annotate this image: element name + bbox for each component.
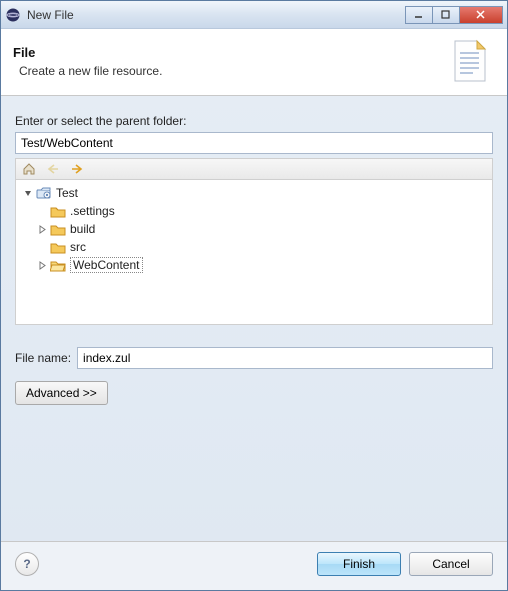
finish-button[interactable]: Finish — [317, 552, 401, 576]
help-button[interactable]: ? — [15, 552, 39, 576]
folder-open-icon — [50, 257, 66, 273]
tree-label: .settings — [70, 204, 115, 218]
collapse-icon[interactable] — [22, 187, 34, 199]
tree-label: Test — [56, 186, 78, 200]
advanced-button[interactable]: Advanced >> — [15, 381, 108, 405]
tree-label: build — [70, 222, 95, 236]
tree-node-webcontent[interactable]: WebContent — [18, 256, 490, 274]
tree-label: WebContent — [70, 257, 143, 273]
folder-tree[interactable]: Test ▸ .settings build ▸ — [15, 180, 493, 325]
window-title: New File — [27, 8, 406, 22]
help-icon: ? — [23, 557, 30, 571]
dialog-window: New File File Create a new file resource… — [0, 0, 508, 591]
minimize-button[interactable] — [405, 6, 433, 24]
tree-node-src[interactable]: ▸ src — [18, 238, 490, 256]
parent-folder-label: Enter or select the parent folder: — [15, 114, 493, 128]
tree-node-settings[interactable]: ▸ .settings — [18, 202, 490, 220]
content-area: Enter or select the parent folder: — [1, 96, 507, 541]
file-name-input[interactable] — [77, 347, 493, 369]
tree-node-build[interactable]: build — [18, 220, 490, 238]
folder-icon — [50, 239, 66, 255]
window-buttons — [406, 6, 503, 24]
expand-icon[interactable] — [36, 259, 48, 271]
cancel-button[interactable]: Cancel — [409, 552, 493, 576]
maximize-button[interactable] — [432, 6, 460, 24]
new-file-icon — [447, 37, 495, 85]
forward-arrow-icon[interactable] — [68, 160, 86, 178]
titlebar[interactable]: New File — [1, 1, 507, 29]
banner-subtitle: Create a new file resource. — [19, 64, 447, 78]
close-button[interactable] — [459, 6, 503, 24]
project-icon — [36, 185, 52, 201]
eclipse-icon — [5, 7, 21, 23]
parent-folder-input[interactable] — [15, 132, 493, 154]
tree-label: src — [70, 240, 86, 254]
file-name-label: File name: — [15, 351, 71, 365]
banner-title: File — [13, 45, 447, 60]
banner: File Create a new file resource. — [1, 29, 507, 96]
tree-node-test[interactable]: Test — [18, 184, 490, 202]
home-icon[interactable] — [20, 160, 38, 178]
expand-icon[interactable] — [36, 223, 48, 235]
back-arrow-icon[interactable] — [44, 160, 62, 178]
tree-toolbar — [15, 158, 493, 180]
folder-icon — [50, 221, 66, 237]
footer: ? Finish Cancel — [1, 542, 507, 590]
folder-icon — [50, 203, 66, 219]
